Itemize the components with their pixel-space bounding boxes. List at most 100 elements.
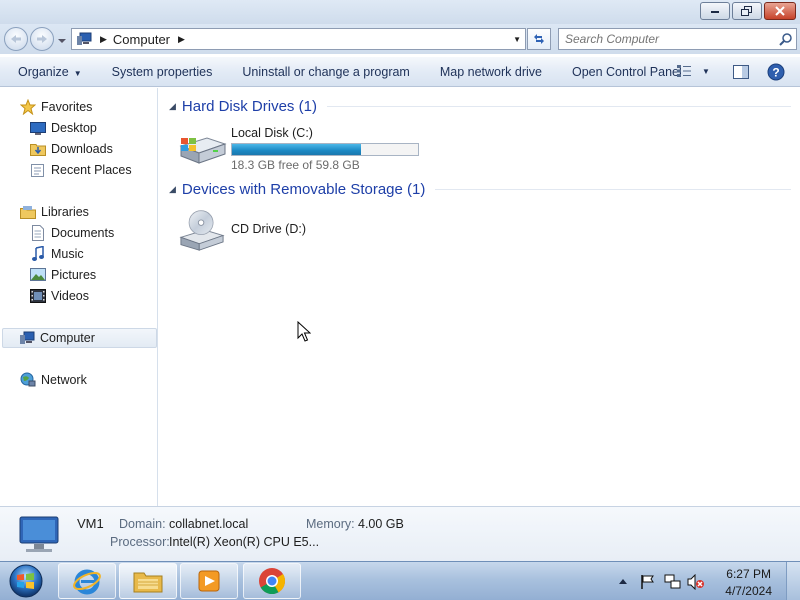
clock[interactable]: 6:27 PM 4/7/2024 bbox=[725, 566, 772, 600]
content-pane: ◢ Hard Disk Drives (1) Local Disk (C:) 1… bbox=[159, 88, 800, 506]
nav-pictures[interactable]: Pictures bbox=[30, 265, 96, 285]
restore-icon bbox=[741, 6, 752, 16]
drive-c-free-space: 18.3 GB free of 59.8 GB bbox=[231, 158, 360, 172]
command-bar: Organize ▼ System properties Uninstall or… bbox=[0, 57, 800, 87]
minimize-icon bbox=[711, 11, 719, 13]
recent-pages-dropdown-icon[interactable] bbox=[57, 36, 67, 46]
drive-cd-d[interactable]: CD Drive (D:) bbox=[177, 208, 306, 252]
search-box[interactable] bbox=[558, 28, 797, 50]
nav-recent-places[interactable]: Recent Places bbox=[30, 160, 132, 180]
nav-documents-label: Documents bbox=[51, 226, 115, 240]
internet-explorer-icon bbox=[73, 569, 101, 595]
star-icon bbox=[20, 99, 36, 115]
minimize-button[interactable] bbox=[700, 2, 730, 20]
details-pane: VM1 Domain: collabnet.local Memory: 4.00… bbox=[0, 506, 800, 561]
nav-videos[interactable]: Videos bbox=[30, 286, 89, 306]
nav-network-label: Network bbox=[41, 373, 87, 387]
collapse-triangle-icon[interactable]: ◢ bbox=[169, 101, 176, 112]
collapse-triangle-icon[interactable]: ◢ bbox=[169, 184, 176, 195]
forward-button[interactable] bbox=[30, 27, 54, 51]
group-divider bbox=[326, 106, 791, 107]
network-globe-icon bbox=[20, 372, 36, 388]
nav-pictures-label: Pictures bbox=[51, 268, 97, 282]
nav-network[interactable]: Network bbox=[20, 370, 87, 390]
address-dropdown-icon[interactable]: ▼ bbox=[513, 35, 521, 44]
svg-text:?: ? bbox=[772, 66, 779, 80]
address-row: ▶ Computer ▶ ▼ bbox=[0, 24, 800, 54]
nav-libraries[interactable]: Libraries bbox=[20, 202, 89, 222]
computer-name: VM1 bbox=[77, 516, 104, 531]
computer-icon bbox=[19, 516, 59, 552]
breadcrumb-computer[interactable]: Computer bbox=[113, 32, 170, 47]
documents-icon bbox=[30, 225, 46, 241]
change-view-button[interactable]: ▼ bbox=[676, 64, 710, 78]
nav-downloads[interactable]: Downloads bbox=[30, 139, 113, 159]
window-controls bbox=[700, 2, 796, 20]
breadcrumb-separator-icon[interactable]: ▶ bbox=[100, 34, 107, 45]
libraries-icon bbox=[20, 204, 36, 220]
chrome-icon bbox=[259, 568, 286, 595]
drive-local-disk-c[interactable]: Local Disk (C:) 18.3 GB free of 59.8 GB bbox=[177, 124, 419, 172]
nav-computer[interactable]: Computer bbox=[2, 328, 157, 348]
pictures-icon bbox=[30, 267, 46, 283]
breadcrumb-chevron-icon[interactable]: ▶ bbox=[178, 34, 185, 45]
open-control-panel-button[interactable]: Open Control Panel bbox=[542, 65, 682, 79]
organize-menu[interactable]: Organize ▼ bbox=[0, 65, 82, 79]
start-button-windows-icon[interactable] bbox=[6, 562, 46, 600]
taskbar-chrome[interactable] bbox=[243, 563, 301, 599]
close-button[interactable] bbox=[764, 2, 796, 20]
action-center-flag-icon[interactable] bbox=[640, 574, 656, 590]
preview-pane-icon[interactable] bbox=[733, 65, 749, 79]
domain-value: collabnet.local bbox=[169, 517, 249, 531]
restore-button[interactable] bbox=[732, 2, 762, 20]
taskbar-media-player[interactable] bbox=[180, 563, 238, 599]
taskbar-internet-explorer[interactable] bbox=[58, 563, 116, 599]
nav-videos-label: Videos bbox=[51, 289, 89, 303]
taskbar: 6:27 PM 4/7/2024 bbox=[0, 561, 800, 600]
videos-film-icon bbox=[30, 288, 46, 304]
address-bar[interactable]: ▶ Computer ▶ ▼ bbox=[71, 28, 526, 50]
taskbar-windows-explorer[interactable] bbox=[119, 563, 177, 599]
uninstall-program-button[interactable]: Uninstall or change a program bbox=[212, 65, 409, 79]
processor-value: Intel(R) Xeon(R) CPU E5... bbox=[169, 535, 320, 549]
music-note-icon bbox=[30, 246, 46, 262]
help-icon[interactable]: ? bbox=[767, 63, 785, 81]
group-hard-disk-drives[interactable]: ◢ Hard Disk Drives (1) bbox=[169, 98, 791, 115]
drive-d-info: CD Drive (D:) bbox=[231, 208, 306, 252]
nav-recent-places-label: Recent Places bbox=[51, 163, 132, 177]
recent-places-icon bbox=[30, 162, 46, 178]
system-properties-button[interactable]: System properties bbox=[82, 65, 213, 79]
drive-d-name: CD Drive (D:) bbox=[231, 222, 306, 236]
chevron-down-icon: ▼ bbox=[73, 68, 82, 78]
drive-c-name: Local Disk (C:) bbox=[231, 126, 313, 140]
nav-music-label: Music bbox=[51, 247, 84, 261]
search-input[interactable] bbox=[559, 29, 759, 49]
window-title-bar bbox=[0, 0, 800, 24]
drive-c-usage-fill bbox=[232, 144, 362, 155]
nav-desktop[interactable]: Desktop bbox=[30, 118, 97, 138]
volume-muted-icon[interactable] bbox=[687, 574, 705, 590]
memory-label: Memory: bbox=[306, 517, 355, 531]
search-icon[interactable] bbox=[779, 32, 793, 46]
clock-date: 4/7/2024 bbox=[725, 584, 772, 598]
network-status-icon[interactable] bbox=[664, 574, 682, 590]
domain-label: Domain: bbox=[119, 517, 166, 531]
mouse-cursor-icon bbox=[297, 321, 311, 342]
nav-documents[interactable]: Documents bbox=[30, 223, 114, 243]
refresh-icon bbox=[534, 34, 544, 44]
map-network-drive-button[interactable]: Map network drive bbox=[410, 65, 542, 79]
computer-icon bbox=[77, 32, 92, 45]
refresh-button[interactable] bbox=[527, 28, 551, 50]
back-button[interactable] bbox=[4, 27, 28, 51]
folder-icon bbox=[133, 572, 163, 593]
view-dropdown-icon[interactable]: ▼ bbox=[702, 67, 710, 76]
cd-drive-icon bbox=[179, 210, 225, 251]
group-removable-storage[interactable]: ◢ Devices with Removable Storage (1) bbox=[169, 181, 791, 198]
back-arrow-icon bbox=[11, 35, 21, 43]
nav-desktop-label: Desktop bbox=[51, 121, 97, 135]
show-hidden-icons-icon[interactable] bbox=[618, 577, 628, 585]
nav-music[interactable]: Music bbox=[30, 244, 84, 264]
show-desktop-button[interactable] bbox=[786, 562, 800, 600]
downloads-folder-icon bbox=[30, 141, 46, 157]
nav-favorites[interactable]: Favorites bbox=[20, 97, 92, 117]
